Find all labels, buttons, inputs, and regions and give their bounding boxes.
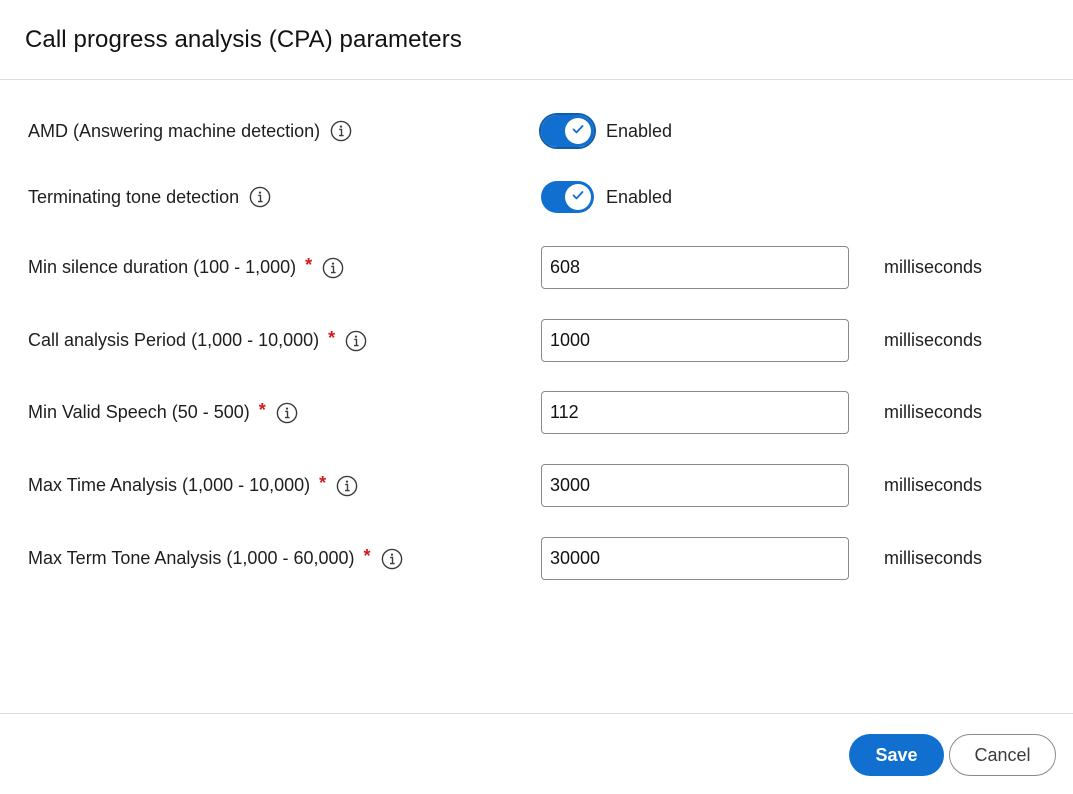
max-time-analysis-label-group: Max Time Analysis (1,000 - 10,000) *	[28, 464, 358, 507]
dialog-header: Call progress analysis (CPA) parameters	[0, 0, 1073, 80]
min-valid-speech-input[interactable]	[541, 391, 849, 434]
info-icon[interactable]	[381, 548, 403, 570]
check-icon	[571, 122, 585, 141]
min-valid-speech-row: Min Valid Speech (50 - 500) * millisecon…	[0, 391, 1073, 435]
toggle-knob	[565, 184, 591, 210]
info-icon[interactable]	[345, 330, 367, 352]
info-icon[interactable]	[249, 186, 271, 208]
toggle-knob	[565, 118, 591, 144]
required-marker: *	[258, 400, 266, 420]
info-icon[interactable]	[276, 402, 298, 424]
max-time-analysis-label: Max Time Analysis (1,000 - 10,000)	[28, 475, 311, 495]
terminating-tone-label-group: Terminating tone detection	[28, 175, 271, 219]
amd-row: AMD (Answering machine detection) Enable…	[0, 109, 1073, 153]
max-term-tone-analysis-row: Max Term Tone Analysis (1,000 - 60,000) …	[0, 537, 1073, 581]
info-icon[interactable]	[322, 257, 344, 279]
min-silence-label-group: Min silence duration (100 - 1,000) *	[28, 246, 344, 289]
min-valid-speech-label-group: Min Valid Speech (50 - 500) *	[28, 391, 298, 434]
call-analysis-period-label-group: Call analysis Period (1,000 - 10,000) *	[28, 319, 367, 362]
max-term-tone-analysis-label: Max Term Tone Analysis (1,000 - 60,000)	[28, 548, 355, 568]
amd-label: AMD (Answering machine detection)	[28, 120, 321, 141]
required-marker: *	[363, 546, 371, 566]
max-time-analysis-input[interactable]	[541, 464, 849, 507]
call-analysis-period-label: Call analysis Period (1,000 - 10,000)	[28, 330, 320, 350]
required-marker: *	[319, 473, 327, 493]
save-button[interactable]: Save	[849, 734, 944, 776]
terminating-tone-label: Terminating tone detection	[28, 186, 240, 207]
call-analysis-period-row: Call analysis Period (1,000 - 10,000) * …	[0, 319, 1073, 363]
cpa-parameters-dialog: Call progress analysis (CPA) parameters …	[0, 0, 1073, 794]
max-time-analysis-unit: milliseconds	[884, 475, 983, 495]
amd-toggle[interactable]	[539, 113, 596, 149]
max-term-tone-analysis-input[interactable]	[541, 537, 849, 580]
required-marker: *	[328, 328, 336, 348]
check-icon	[571, 188, 585, 207]
max-time-analysis-row: Max Time Analysis (1,000 - 10,000) * mil…	[0, 464, 1073, 508]
terminating-tone-toggle[interactable]	[541, 181, 594, 213]
max-term-tone-analysis-unit: milliseconds	[884, 548, 983, 568]
min-silence-unit: milliseconds	[884, 257, 983, 277]
max-term-tone-analysis-label-group: Max Term Tone Analysis (1,000 - 60,000) …	[28, 537, 403, 580]
min-valid-speech-label: Min Valid Speech (50 - 500)	[28, 402, 250, 422]
amd-state-text: Enabled	[606, 121, 673, 141]
terminating-tone-row: Terminating tone detection Enabled	[0, 175, 1073, 219]
required-marker: *	[305, 255, 313, 275]
min-valid-speech-unit: milliseconds	[884, 402, 983, 422]
dialog-title: Call progress analysis (CPA) parameters	[25, 26, 462, 53]
min-silence-label: Min silence duration (100 - 1,000)	[28, 257, 297, 277]
call-analysis-period-input[interactable]	[541, 319, 849, 362]
info-icon[interactable]	[336, 475, 358, 497]
footer-divider	[0, 713, 1073, 714]
info-icon[interactable]	[330, 120, 352, 142]
cancel-button[interactable]: Cancel	[949, 734, 1056, 776]
terminating-tone-state-text: Enabled	[606, 187, 673, 207]
min-silence-row: Min silence duration (100 - 1,000) * mil…	[0, 246, 1073, 290]
call-analysis-period-unit: milliseconds	[884, 330, 983, 350]
min-silence-input[interactable]	[541, 246, 849, 289]
amd-label-group: AMD (Answering machine detection)	[28, 109, 352, 153]
